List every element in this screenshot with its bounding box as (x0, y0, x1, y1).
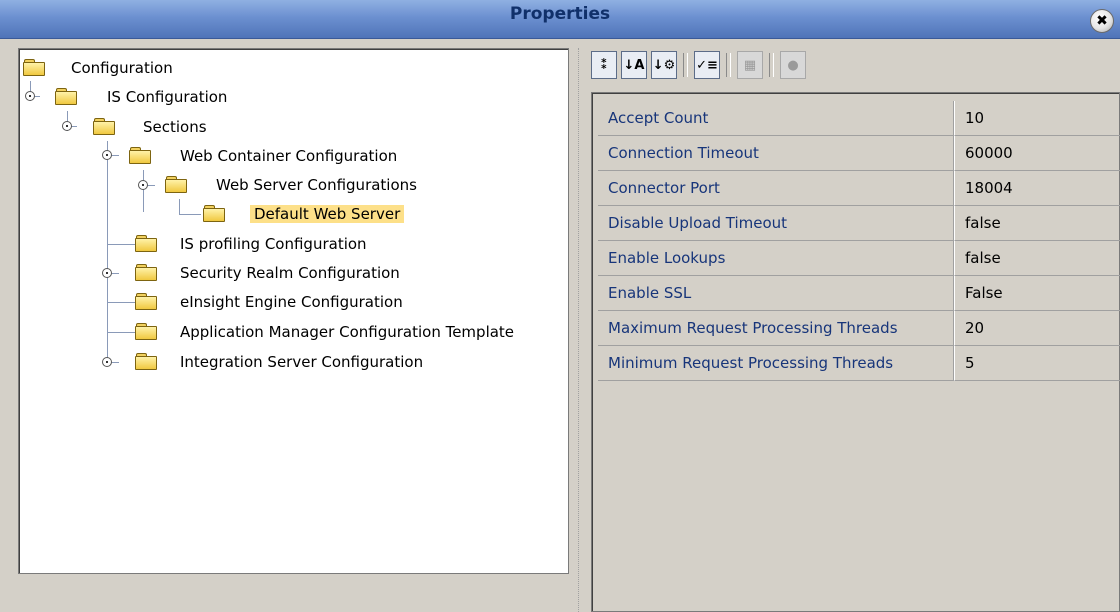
property-name: Disable Upload Timeout (598, 206, 955, 241)
tree-node-sections[interactable]: Sections (143, 118, 207, 136)
property-name: Enable Lookups (598, 241, 955, 276)
property-row[interactable]: Connection Timeout 60000 (598, 136, 1120, 171)
toolbar-separator (769, 53, 774, 77)
folder-icon (129, 147, 151, 164)
tree-node-einsight-engine-configuration[interactable]: eInsight Engine Configuration (180, 293, 403, 311)
property-value[interactable]: 5 (955, 346, 1120, 381)
window-title: Properties (509, 4, 611, 24)
property-value[interactable]: false (955, 206, 1120, 241)
sort-by-type-button[interactable]: ↓⚙ (651, 51, 677, 79)
folder-icon (135, 264, 157, 281)
toolbar-separator (726, 53, 731, 77)
folder-icon (93, 118, 115, 135)
folder-icon (23, 59, 45, 76)
property-row[interactable]: Enable SSL False (598, 276, 1120, 311)
panel-splitter[interactable] (578, 48, 585, 612)
property-sheet: Accept Count 10 Connection Timeout 60000… (591, 92, 1120, 612)
properties-toolbar: ⁑ ↓A ↓⚙ ✓≡ ▦ ● (591, 48, 810, 82)
sort-by-name-icon: ↓A (623, 57, 645, 73)
tree-expander-icon[interactable] (102, 357, 112, 367)
tree-line (179, 214, 201, 215)
sort-by-type-icon: ↓⚙ (652, 57, 676, 73)
tree-expander-icon[interactable] (25, 91, 35, 101)
tree-node-security-realm-configuration[interactable]: Security Realm Configuration (180, 264, 400, 282)
property-name: Minimum Request Processing Threads (598, 346, 955, 381)
unsorted-icon: ⁑ (600, 57, 608, 73)
tree-expander-icon[interactable] (102, 268, 112, 278)
property-row[interactable]: Enable Lookups false (598, 241, 1120, 276)
property-value[interactable]: 10 (955, 101, 1120, 136)
property-name: Enable SSL (598, 276, 955, 311)
tree-expander-icon[interactable] (102, 150, 112, 160)
property-row[interactable]: Connector Port 18004 (598, 171, 1120, 206)
tree-node-web-container-configuration[interactable]: Web Container Configuration (180, 147, 397, 165)
close-icon: ✖ (1096, 13, 1108, 29)
property-name: Connection Timeout (598, 136, 955, 171)
property-name: Maximum Request Processing Threads (598, 311, 955, 346)
folder-icon (135, 323, 157, 340)
folder-icon (135, 353, 157, 370)
property-value[interactable]: 60000 (955, 136, 1120, 171)
configuration-tree: Configuration IS Configuration Sections … (19, 49, 568, 573)
customize-button[interactable]: ▦ (737, 51, 763, 79)
property-value[interactable]: false (955, 241, 1120, 276)
property-name: Connector Port (598, 171, 955, 206)
folder-icon (135, 235, 157, 252)
property-row[interactable]: Maximum Request Processing Threads 20 (598, 311, 1120, 346)
show-editable-button[interactable]: ✓≡ (694, 51, 720, 79)
tree-line (143, 170, 144, 212)
property-table: Accept Count 10 Connection Timeout 60000… (598, 101, 1120, 381)
tree-node-configuration[interactable]: Configuration (71, 59, 173, 77)
help-icon: ● (787, 57, 799, 73)
folder-icon (165, 176, 187, 193)
property-value[interactable]: 20 (955, 311, 1120, 346)
property-value[interactable]: 18004 (955, 171, 1120, 206)
title-bar: Properties ✖ (0, 0, 1120, 39)
customize-icon: ▦ (743, 57, 757, 73)
configuration-tree-panel[interactable]: Configuration IS Configuration Sections … (18, 48, 569, 574)
tree-line (107, 244, 135, 245)
tree-node-is-profiling-configuration[interactable]: IS profiling Configuration (180, 235, 367, 253)
tree-node-web-server-configurations[interactable]: Web Server Configurations (216, 176, 417, 194)
folder-icon (55, 88, 77, 105)
help-button[interactable]: ● (780, 51, 806, 79)
property-name: Accept Count (598, 101, 955, 136)
close-button[interactable]: ✖ (1090, 9, 1114, 33)
folder-icon (135, 293, 157, 310)
tree-line (107, 332, 135, 333)
tree-expander-icon[interactable] (62, 121, 72, 131)
property-row[interactable]: Minimum Request Processing Threads 5 (598, 346, 1120, 381)
show-editable-icon: ✓≡ (696, 57, 718, 73)
property-row[interactable]: Disable Upload Timeout false (598, 206, 1120, 241)
tree-expander-icon[interactable] (138, 180, 148, 190)
folder-icon (203, 205, 225, 222)
property-value[interactable]: False (955, 276, 1120, 311)
tree-node-integration-server-configuration[interactable]: Integration Server Configuration (180, 353, 423, 371)
tree-line (107, 302, 135, 303)
toolbar-separator (683, 53, 688, 77)
tree-node-is-configuration[interactable]: IS Configuration (107, 88, 227, 106)
tree-line (179, 199, 180, 215)
property-row[interactable]: Accept Count 10 (598, 101, 1120, 136)
tree-node-default-web-server[interactable]: Default Web Server (250, 205, 405, 223)
unsorted-button[interactable]: ⁑ (591, 51, 617, 79)
tree-node-application-manager-configuration-template[interactable]: Application Manager Configuration Templa… (180, 323, 514, 341)
sort-by-name-button[interactable]: ↓A (621, 51, 647, 79)
